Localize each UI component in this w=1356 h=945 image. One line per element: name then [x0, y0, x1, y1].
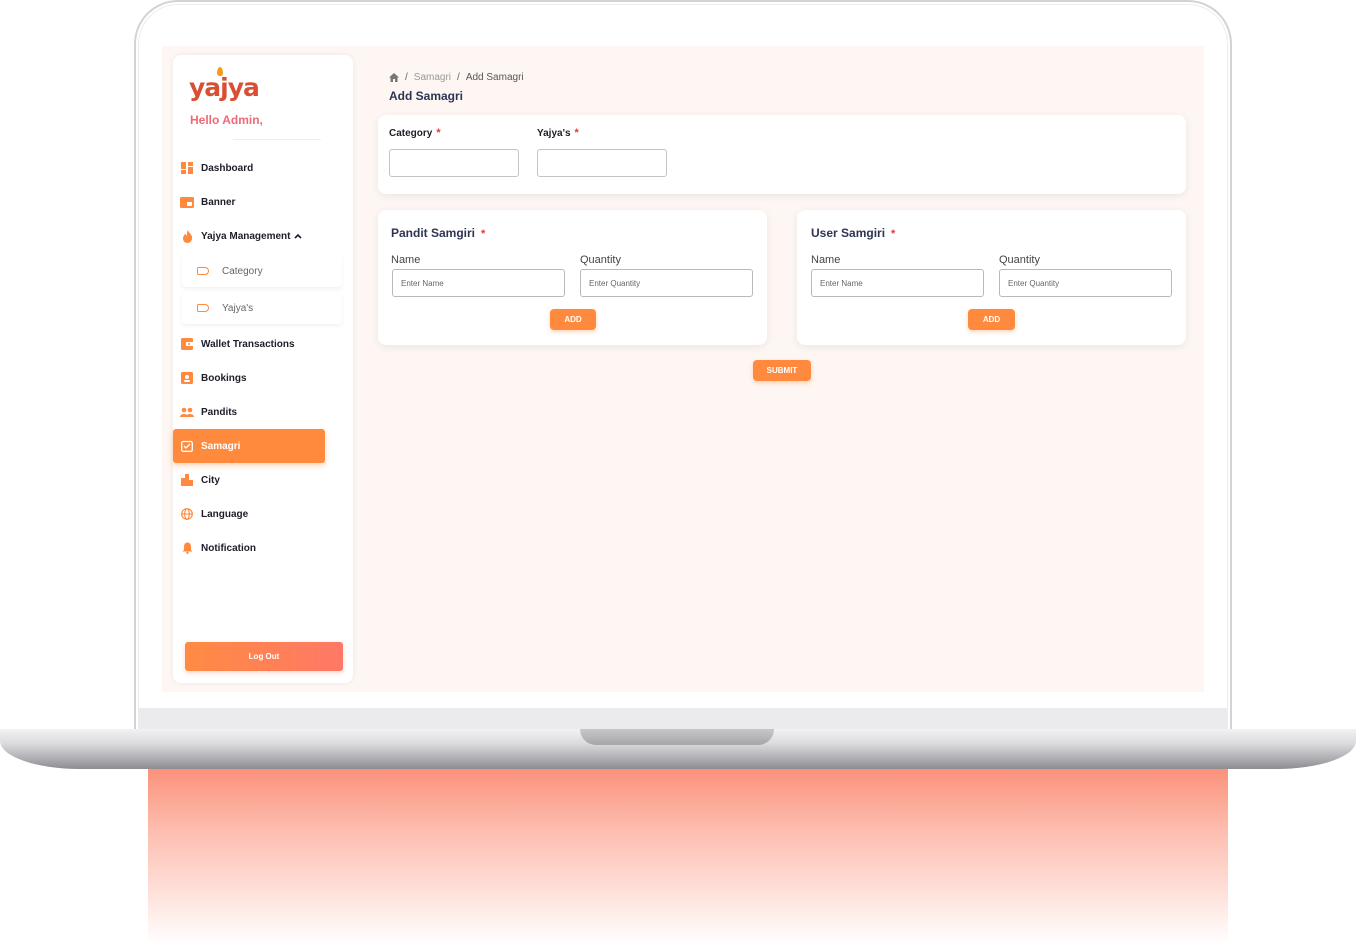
sidebar-item-label: Language: [201, 508, 249, 520]
sidebar-item-banner[interactable]: Banner: [180, 189, 235, 215]
sidebar-item-language[interactable]: Language: [180, 501, 248, 527]
sidebar-subitem-yajyas[interactable]: Yajya's: [182, 292, 342, 324]
required-mark: *: [436, 127, 441, 139]
app-screen: yajya Hello Admin, Dashboard Banner Yajy…: [162, 46, 1204, 692]
laptop-notch: [580, 729, 774, 745]
sidebar-item-label: Pandits: [201, 406, 238, 418]
pandit-quantity-label: Quantity: [580, 254, 621, 266]
pandit-samgiri-title-text: Pandit Samgiri: [391, 226, 476, 240]
brand-logo[interactable]: yajya: [189, 73, 260, 102]
logout-button[interactable]: Log Out: [185, 642, 343, 671]
breadcrumb-separator: /: [405, 72, 408, 83]
admin-greeting: Hello Admin,: [190, 113, 263, 127]
pandit-samgiri-card: Pandit Samgiri * Name Quantity ADD: [378, 210, 767, 345]
sidebar-item-dashboard[interactable]: Dashboard: [180, 155, 253, 181]
required-mark: *: [574, 127, 579, 139]
yajya-label: Yajya's *: [537, 127, 579, 139]
sidebar-subitem-label: Category: [222, 265, 263, 277]
page-title: Add Samagri: [389, 89, 464, 103]
globe-icon: [180, 507, 194, 521]
yajya-label-text: Yajya's: [537, 128, 571, 139]
city-icon: [180, 473, 194, 487]
home-icon[interactable]: [389, 73, 399, 82]
pandit-name-label: Name: [391, 254, 421, 266]
sidebar-item-label: Banner: [201, 196, 236, 208]
category-select[interactable]: [389, 149, 519, 177]
wallet-icon: [180, 337, 194, 351]
breadcrumb-add-samagri: Add Samagri: [465, 72, 524, 83]
sidebar-item-label: Notification: [201, 542, 256, 554]
pandit-name-input[interactable]: [392, 269, 565, 297]
laptop-glow: [148, 766, 1228, 945]
sidebar-item-bookings[interactable]: Bookings: [180, 365, 247, 391]
category-label: Category *: [389, 127, 441, 139]
breadcrumb-separator: /: [457, 72, 460, 83]
sidebar-item-label: Bookings: [201, 372, 247, 384]
sidebar-item-wallet-transactions[interactable]: Wallet Transactions: [180, 331, 295, 357]
tag-icon: [197, 304, 209, 312]
sidebar: yajya Hello Admin, Dashboard Banner Yajy…: [173, 55, 353, 683]
user-quantity-input[interactable]: [999, 269, 1172, 297]
sidebar-item-label: Yajya Management: [201, 230, 291, 242]
user-quantity-label: Quantity: [999, 254, 1040, 266]
sidebar-divider: [233, 139, 321, 140]
user-samgiri-title-text: User Samgiri: [811, 226, 886, 240]
bell-icon: [180, 541, 194, 555]
sidebar-item-label: Wallet Transactions: [201, 338, 295, 350]
dashboard-icon: [180, 161, 194, 175]
tag-icon: [197, 267, 209, 275]
logo-flame-icon: [217, 67, 223, 76]
mockup-stage: yajya Hello Admin, Dashboard Banner Yajy…: [0, 0, 1356, 945]
pandit-samgiri-title: Pandit Samgiri *: [391, 226, 485, 240]
breadcrumb-samagri[interactable]: Samagri: [414, 72, 451, 83]
user-samgiri-title: User Samgiri *: [811, 226, 895, 240]
sidebar-item-city[interactable]: City: [180, 467, 220, 493]
sidebar-item-notification[interactable]: Notification: [180, 535, 256, 561]
flame-icon: [180, 229, 194, 243]
sidebar-item-pandits[interactable]: Pandits: [180, 399, 237, 425]
sidebar-item-label: Samagri: [201, 440, 241, 452]
breadcrumb: / Samagri / Add Samagri: [389, 72, 524, 83]
chevron-up-icon[interactable]: [294, 231, 303, 241]
sidebar-subitem-category[interactable]: Category: [182, 255, 342, 287]
required-mark: *: [891, 228, 896, 240]
people-icon: [180, 405, 194, 419]
sidebar-item-label: City: [201, 474, 220, 486]
sidebar-subitem-label: Yajya's: [222, 302, 254, 314]
selection-card: Category * Yajya's *: [378, 115, 1186, 194]
user-name-input[interactable]: [811, 269, 984, 297]
user-name-label: Name: [811, 254, 841, 266]
pandit-add-button[interactable]: ADD: [550, 309, 596, 330]
sidebar-item-yajya-management[interactable]: Yajya Management: [180, 223, 303, 249]
user-samgiri-card: User Samgiri * Name Quantity ADD: [797, 210, 1186, 345]
samagri-icon: [180, 439, 194, 453]
user-add-button[interactable]: ADD: [968, 309, 1015, 330]
required-mark: *: [481, 228, 486, 240]
sidebar-item-samagri[interactable]: Samagri: [173, 429, 325, 463]
yajya-select[interactable]: [537, 149, 667, 177]
banner-icon: [180, 195, 194, 209]
bookings-icon: [180, 371, 194, 385]
category-label-text: Category: [389, 128, 433, 139]
submit-button[interactable]: SUBMIT: [753, 360, 811, 381]
sidebar-item-label: Dashboard: [201, 162, 254, 174]
pandit-quantity-input[interactable]: [580, 269, 753, 297]
